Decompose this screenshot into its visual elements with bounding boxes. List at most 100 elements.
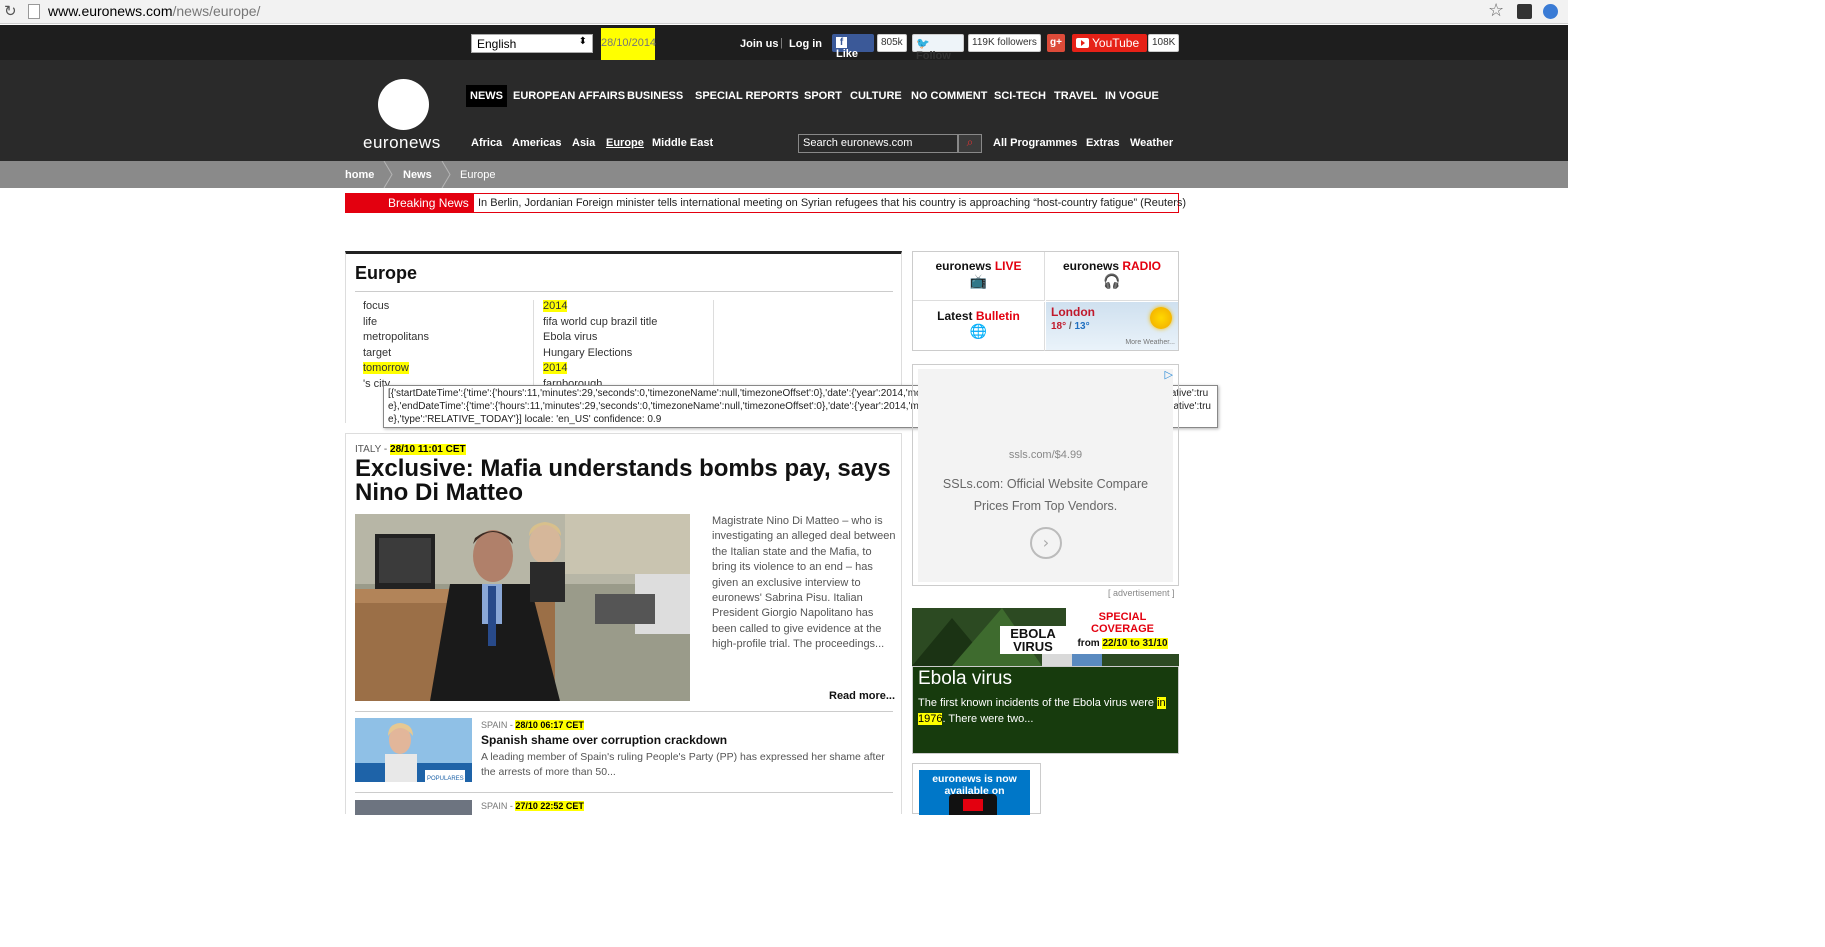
extension-icon[interactable] xyxy=(1517,4,1532,19)
special-coverage-badge: SPECIAL COVERAGE from 22/10 to 31/10 xyxy=(1066,608,1179,654)
extension-icon[interactable] xyxy=(1543,4,1558,19)
breadcrumb-home[interactable]: home xyxy=(345,169,374,181)
ebola-text: The first known incidents of the Ebola v… xyxy=(918,697,1166,725)
language-select[interactable]: English ⬍ xyxy=(471,34,593,53)
twitter-follow-button[interactable]: 🐦Follow xyxy=(912,34,964,62)
date-highlight: 28/10/2014 xyxy=(601,28,656,60)
nav-business[interactable]: BUSINESS xyxy=(623,85,687,107)
topic-link[interactable]: tomorrow xyxy=(363,362,429,378)
search-icon[interactable]: ⌕ xyxy=(958,134,982,153)
article-list: ITALY - 28/10 11:01 CET Exclusive: Mafia… xyxy=(345,433,902,815)
breaking-news-bar[interactable]: Breaking News In Berlin, Jordanian Forei… xyxy=(345,193,1186,213)
item-datetime: 27/10 22:52 CET xyxy=(515,801,584,811)
ebola-title[interactable]: Ebola virus xyxy=(918,668,1012,690)
logo-icon[interactable] xyxy=(378,79,429,130)
logo-text[interactable]: euronews xyxy=(363,133,441,153)
region-africa[interactable]: Africa xyxy=(471,137,502,149)
breadcrumb-separator-icon xyxy=(441,161,451,188)
region-europe[interactable]: Europe xyxy=(606,137,644,149)
youtube-play-icon xyxy=(1076,38,1089,48)
facebook-like-button[interactable]: fLike xyxy=(832,34,874,60)
radio-link[interactable]: euronews RADIO 🎧 xyxy=(1046,252,1178,301)
reload-icon[interactable]: ↻ xyxy=(4,2,17,20)
ebola-special-coverage[interactable]: EBOLA VIRUS SPECIAL COVERAGE from 22/10 … xyxy=(912,608,1179,754)
advertisement[interactable]: ssls.com/$4.99 SSLs.com: Official Websit… xyxy=(912,364,1179,586)
topic-link[interactable]: Hungary Elections xyxy=(543,347,657,363)
topic-link[interactable]: focus xyxy=(363,300,429,316)
youtube-button[interactable]: YouTube xyxy=(1072,34,1147,52)
address-bar[interactable]: www.euronews.com/news/europe/ xyxy=(48,3,260,19)
app-promo-box[interactable]: euronews is now available on xyxy=(912,763,1041,815)
ad-text: SSLs.com: Official Website Compare Price… xyxy=(942,477,1149,513)
globe-icon: 🌐 xyxy=(969,324,988,340)
search-input[interactable]: Search euronews.com xyxy=(798,134,958,153)
weather-temperature: 18° / 13° xyxy=(1051,321,1090,332)
topic-link[interactable]: target xyxy=(363,347,429,363)
breaking-news-text[interactable]: In Berlin, Jordanian Foreign minister te… xyxy=(478,197,1186,209)
join-link[interactable]: Join us xyxy=(740,38,779,50)
login-link[interactable]: Log in xyxy=(789,38,822,50)
article-summary: Magistrate Nino Di Matteo – who is inves… xyxy=(712,515,896,651)
topic-link[interactable]: 2014 xyxy=(543,362,657,378)
breadcrumb-news[interactable]: News xyxy=(403,169,432,181)
youtube-count: 108K xyxy=(1148,34,1180,52)
live-services-box: euronews LIVE 📺 euronews RADIO 🎧 Latest … xyxy=(912,251,1179,351)
item-title[interactable]: Spanish shame over corruption crackdown xyxy=(481,733,727,747)
ad-content[interactable]: ssls.com/$4.99 SSLs.com: Official Websit… xyxy=(918,369,1173,582)
article-photo[interactable] xyxy=(355,514,690,701)
topic-link[interactable]: Ebola virus xyxy=(543,331,657,347)
item-datetime: 28/10 06:17 CET xyxy=(515,720,584,730)
advertisement-label: [ advertisement ] xyxy=(1108,588,1175,598)
separator: | xyxy=(780,37,783,49)
chevron-down-icon: ⬍ xyxy=(578,36,587,47)
google-plus-button[interactable]: g+ xyxy=(1047,34,1065,52)
nav-culture[interactable]: CULTURE xyxy=(846,85,906,107)
nav-in-vogue[interactable]: IN VOGUE xyxy=(1101,85,1163,107)
nav-european-affairs[interactable]: EUROPEAN AFFAIRS xyxy=(509,85,629,107)
nav-extras[interactable]: Extras xyxy=(1086,137,1120,149)
browser-toolbar: ↻ www.euronews.com/news/europe/ ☆ xyxy=(0,0,1568,24)
weather-widget[interactable]: London 18° / 13° More Weather... xyxy=(1046,302,1178,350)
bulletin-link[interactable]: Latest Bulletin 🌐 xyxy=(913,302,1045,351)
nav-no-comment[interactable]: NO COMMENT xyxy=(907,85,991,107)
arrow-right-icon[interactable]: › xyxy=(1030,527,1062,559)
headphones-icon: 🎧 xyxy=(1103,274,1121,290)
facebook-count: 805k xyxy=(877,34,907,52)
article-meta: ITALY - 28/10 11:01 CET xyxy=(355,444,466,455)
politician-photo-icon: POPULARES xyxy=(355,718,472,782)
topics-column-1: focus life metropolitans target tomorrow… xyxy=(363,300,429,393)
weather-city: London xyxy=(1051,305,1095,319)
nav-sci-tech[interactable]: SCI-TECH xyxy=(990,85,1050,107)
top-bar: English ⬍ 28/10/2014 Join us | Log in fLi… xyxy=(0,25,1568,62)
nav-news[interactable]: NEWS xyxy=(466,85,507,107)
bookmark-star-icon[interactable]: ☆ xyxy=(1488,0,1504,21)
region-middle-east[interactable]: Middle East xyxy=(652,137,713,149)
region-americas[interactable]: Americas xyxy=(512,137,562,149)
topic-link[interactable]: fifa world cup brazil title xyxy=(543,316,657,332)
item-thumbnail[interactable]: POPULARES xyxy=(355,718,472,782)
live-tv-link[interactable]: euronews LIVE 📺 xyxy=(913,252,1045,301)
topics-column-2: 2014 fifa world cup brazil title Ebola v… xyxy=(543,300,657,393)
breadcrumb-europe: Europe xyxy=(460,169,496,181)
article-headline[interactable]: Exclusive: Mafia understands bombs pay, … xyxy=(355,457,900,505)
nav-sport[interactable]: SPORT xyxy=(800,85,846,107)
nav-special-reports[interactable]: SPECIAL REPORTS xyxy=(691,85,803,107)
nav-all-programmes[interactable]: All Programmes xyxy=(993,137,1077,149)
adchoices-icon[interactable]: ▷ xyxy=(1165,368,1173,381)
ad-source: ssls.com/$4.99 xyxy=(1008,449,1083,461)
region-asia[interactable]: Asia xyxy=(572,137,595,149)
page-icon xyxy=(28,4,40,19)
breaking-news-label: Breaking News xyxy=(346,194,474,212)
twitter-icon: 🐦 xyxy=(916,38,930,50)
more-weather-link[interactable]: More Weather... xyxy=(1125,339,1175,346)
nav-travel[interactable]: TRAVEL xyxy=(1050,85,1101,107)
item-meta: SPAIN - 27/10 22:52 CET xyxy=(481,801,584,811)
read-more-link[interactable]: Read more... xyxy=(829,690,895,702)
nav-weather[interactable]: Weather xyxy=(1130,137,1173,149)
article-datetime: 28/10 11:01 CET xyxy=(390,444,466,455)
ebola-teaser[interactable]: Ebola virus The first known incidents of… xyxy=(912,666,1179,754)
topic-link[interactable]: life xyxy=(363,316,429,332)
item-thumbnail[interactable] xyxy=(355,800,472,815)
topic-link[interactable]: metropolitans xyxy=(363,331,429,347)
topic-link[interactable]: 2014 xyxy=(543,300,657,316)
